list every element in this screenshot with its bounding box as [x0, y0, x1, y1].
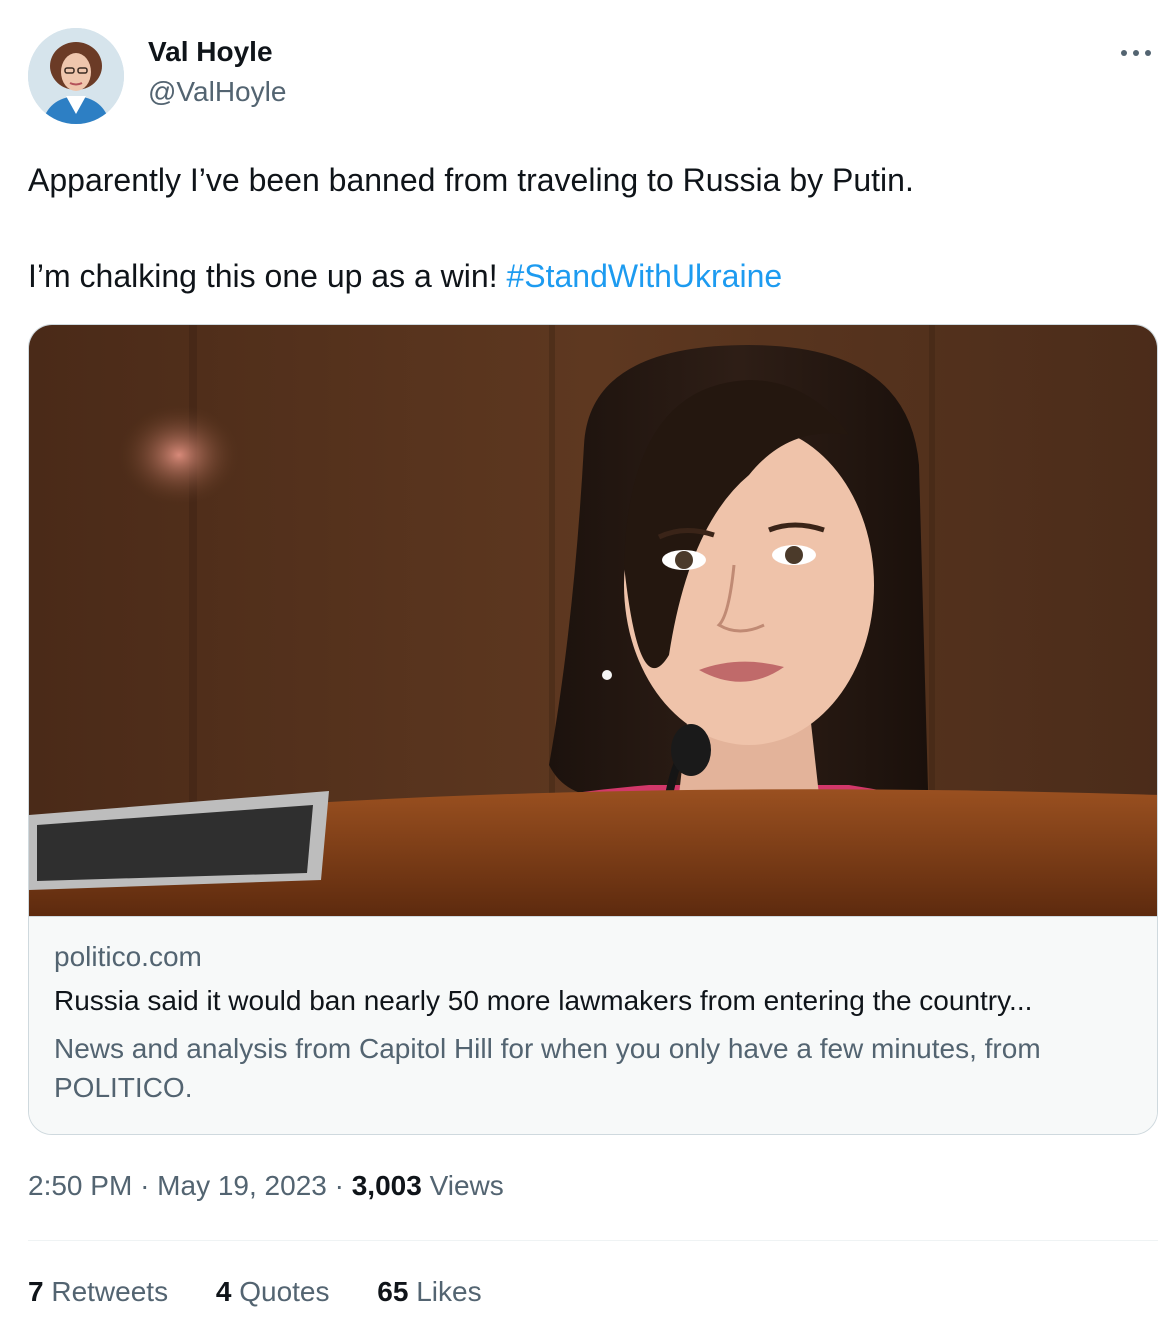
tweet-text-line-2: I’m chalking this one up as a win! #Stan… [28, 256, 1148, 296]
card-domain: politico.com [54, 941, 202, 972]
author-handle[interactable]: @ValHoyle [148, 76, 286, 108]
tweet-time[interactable]: 2:50 PM [28, 1170, 132, 1201]
divider [28, 1240, 1158, 1241]
retweets-count: 7 [28, 1276, 44, 1307]
tweet-date[interactable]: May 19, 2023 [157, 1170, 327, 1201]
tweet-header: Val Hoyle @ValHoyle [28, 28, 1158, 124]
card-body: politico.com Russia said it would ban ne… [29, 917, 1157, 1134]
card-description: News and analysis from Capitol Hill for … [54, 1033, 1041, 1103]
link-card[interactable]: politico.com Russia said it would ban ne… [28, 324, 1158, 1135]
quotes-count: 4 [215, 1276, 232, 1307]
likes-count: 65 [377, 1276, 409, 1307]
avatar[interactable] [28, 28, 124, 124]
meta-separator: · [334, 1170, 344, 1201]
views-count: 3,003 [351, 1170, 422, 1201]
retweets-stat[interactable]: 7 Retweets [28, 1276, 168, 1308]
card-image [29, 325, 1157, 917]
quotes-stat[interactable]: 4 Quotes [216, 1276, 330, 1308]
quotes-label: Quotes [239, 1276, 330, 1307]
likes-label: Likes [416, 1276, 482, 1307]
engagement-stats: 7 Retweets 4 Quotes 65 Likes [28, 1276, 522, 1308]
tweet-text: I’m chalking this one up as a win! [28, 258, 507, 294]
hashtag-link[interactable]: #StandWithUkraine [506, 258, 782, 294]
retweets-label: Retweets [51, 1276, 169, 1307]
tweet-meta: 2:50 PM · May 19, 2023 · 3,003 Views [28, 1170, 504, 1202]
views-label: Views [429, 1170, 504, 1201]
likes-stat[interactable]: 65 Likes [377, 1276, 481, 1308]
more-horizontal-icon[interactable] [1116, 38, 1156, 68]
card-title: Russia said it would ban nearly 50 more … [54, 985, 1033, 1016]
tweet: Val Hoyle @ValHoyle Apparently I’ve been… [0, 0, 1176, 1343]
tweet-text-line-1: Apparently I’ve been banned from traveli… [28, 162, 914, 198]
author-name[interactable]: Val Hoyle [148, 36, 273, 68]
meta-separator: · [140, 1170, 150, 1201]
